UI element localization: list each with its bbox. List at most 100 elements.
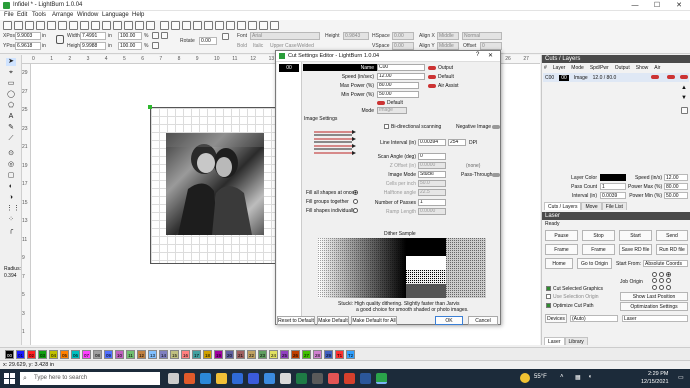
boolean-icon[interactable]: ◑	[6, 194, 16, 202]
edit-nodes-icon[interactable]: ⌖	[6, 69, 16, 77]
machine-settings-icon[interactable]	[204, 21, 213, 30]
export-icon[interactable]	[47, 21, 56, 30]
pause-button[interactable]: Pause	[545, 230, 578, 241]
show-toggle[interactable]	[667, 75, 675, 79]
palette-swatch[interactable]: 16	[181, 350, 190, 359]
group-icon[interactable]	[237, 21, 246, 30]
dialog-close-button[interactable]: ✕	[488, 52, 493, 59]
start-button[interactable]: Start	[619, 230, 652, 241]
palette-swatch[interactable]: 04	[49, 350, 58, 359]
interval-field[interactable]: 0.0039	[600, 192, 626, 199]
palette-swatch[interactable]: T1	[335, 350, 344, 359]
powerpoint-icon[interactable]	[344, 373, 355, 384]
run-rd-button[interactable]: Run RD file	[656, 244, 688, 255]
fill-individual-radio[interactable]	[353, 208, 358, 213]
air-toggle[interactable]	[680, 75, 688, 79]
xpos-field[interactable]: 9.9003	[15, 32, 41, 40]
welded-toggle[interactable]: Welded	[297, 43, 314, 49]
mode-select[interactable]: Image	[377, 107, 407, 114]
devices-button[interactable]: Devices	[545, 314, 567, 323]
palette-swatch[interactable]: 11	[126, 350, 135, 359]
use-selection-origin-checkbox[interactable]	[546, 294, 551, 299]
ungroup-icon[interactable]	[248, 21, 257, 30]
speed-field[interactable]: 12.00	[377, 73, 425, 80]
circle-array-icon[interactable]: ◎	[6, 161, 16, 169]
rotate-field[interactable]: 0.00	[199, 37, 217, 45]
show-last-position-button[interactable]: Show Last Position	[620, 292, 688, 301]
close-button[interactable]: ✕	[668, 0, 690, 11]
make-default-button[interactable]: Make Default	[317, 316, 349, 325]
dialog-help-button[interactable]: ?	[476, 52, 479, 58]
palette-swatch[interactable]: 19	[214, 350, 223, 359]
palette-swatch[interactable]: 22	[247, 350, 256, 359]
fill-all-radio[interactable]	[353, 190, 358, 195]
mail-icon[interactable]	[264, 373, 275, 384]
tray-chevron-icon[interactable]: ˄	[560, 374, 564, 380]
windows-start-icon[interactable]	[4, 373, 15, 384]
mirror-v-icon[interactable]	[152, 42, 159, 49]
engraving-photo[interactable]	[166, 133, 264, 235]
menu-file[interactable]: File	[4, 12, 14, 18]
power-min-field[interactable]: 50.00	[664, 192, 688, 199]
cells-field[interactable]: 50.0	[418, 180, 446, 187]
menu-tools[interactable]: Tools	[32, 12, 46, 18]
position-laser-icon[interactable]: ⊙	[6, 150, 16, 158]
bidir-checkbox[interactable]	[384, 124, 389, 129]
pass-through-toggle[interactable]	[492, 173, 500, 177]
pan-icon[interactable]	[102, 21, 111, 30]
mirror-h-icon[interactable]	[152, 32, 159, 39]
delete-icon[interactable]	[91, 21, 100, 30]
bold-toggle[interactable]: Bold	[237, 43, 247, 49]
cut-selected-checkbox[interactable]	[546, 286, 551, 291]
palette-swatch[interactable]: 28	[313, 350, 322, 359]
layer-settings-icon[interactable]	[681, 107, 688, 114]
palette-swatch[interactable]: 13	[148, 350, 157, 359]
z-offset-field[interactable]: 0.0000	[418, 162, 446, 169]
home-button[interactable]: Home	[545, 258, 573, 269]
passes-field[interactable]: 1	[418, 199, 446, 206]
measure-icon[interactable]: ⟋	[6, 135, 16, 143]
scale-h-field[interactable]: 100.00	[118, 42, 142, 50]
notes-icon[interactable]	[215, 21, 224, 30]
job-origin-grid[interactable]	[652, 272, 672, 290]
menu-edit[interactable]: Edit	[17, 12, 27, 18]
pen-icon[interactable]: ✎	[6, 124, 16, 132]
clock-date[interactable]: 12/15/2021	[641, 379, 669, 385]
devices-select[interactable]: (Auto)	[570, 315, 618, 322]
tab-file-list[interactable]: File List	[601, 202, 627, 210]
ellipse-icon[interactable]: ◯	[6, 91, 16, 99]
layer-color-swatch[interactable]	[600, 174, 626, 181]
edge-icon[interactable]	[200, 373, 211, 384]
offset-icon[interactable]: ▢	[6, 172, 16, 180]
palette-swatch[interactable]: 14	[159, 350, 168, 359]
word-icon[interactable]	[360, 373, 371, 384]
frame-rubberband-button[interactable]: Frame	[582, 244, 615, 255]
uppercase-toggle[interactable]: Upper Case	[270, 43, 297, 49]
anchor-grid-icon[interactable]	[222, 33, 229, 40]
settings-gear-icon[interactable]	[182, 21, 191, 30]
task-view-icon[interactable]	[168, 373, 179, 384]
italic-toggle[interactable]: Italic	[253, 43, 263, 49]
weather-temp[interactable]: 55°F	[534, 374, 547, 380]
speed-field[interactable]: 12.00	[664, 174, 688, 181]
fill-groups-radio[interactable]	[353, 199, 358, 204]
notifications-icon[interactable]: ▭	[678, 374, 684, 381]
palette-swatch[interactable]: 05	[60, 350, 69, 359]
weld-icon[interactable]: ◐	[6, 183, 16, 191]
text-tool-icon[interactable]: A	[6, 113, 16, 121]
palette-swatch[interactable]: 09	[104, 350, 113, 359]
move-up-icon[interactable]: ▲	[681, 85, 687, 91]
select-arrow-icon[interactable]: ➤	[6, 58, 16, 66]
palette-swatch[interactable]: 23	[258, 350, 267, 359]
scale-w-field[interactable]: 100.00	[118, 32, 142, 40]
palette-swatch[interactable]: 17	[192, 350, 201, 359]
zoom-out-icon[interactable]	[124, 21, 133, 30]
clock-time[interactable]: 2:29 PM	[648, 371, 668, 377]
tab-laser[interactable]: Laser	[544, 337, 565, 345]
name-field[interactable]: C00	[377, 64, 425, 71]
frame-selection-icon[interactable]	[146, 21, 155, 30]
output-toggle-switch[interactable]	[428, 66, 436, 70]
save-file-icon[interactable]	[25, 21, 34, 30]
palette-swatch[interactable]: 29	[324, 350, 333, 359]
palette-swatch[interactable]: 06	[71, 350, 80, 359]
